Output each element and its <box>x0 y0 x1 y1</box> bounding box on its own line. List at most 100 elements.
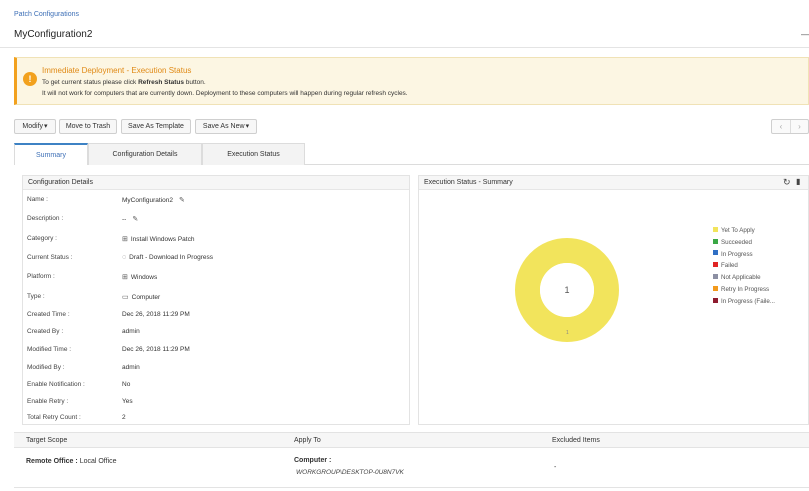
modify-label: Modify <box>22 123 44 130</box>
legend-label: Not Applicable <box>721 274 761 282</box>
legend-swatch <box>713 250 718 256</box>
save-as-template-button[interactable]: Save As Template <box>121 119 191 134</box>
legend-label: Yet To Apply <box>721 227 755 234</box>
header-divider <box>0 47 809 48</box>
target-scope-header: Target Scope Apply To Excluded Items <box>14 432 809 448</box>
banner-line-2: It will not work for computers that are … <box>42 90 408 97</box>
legend-item[interactable]: Failed <box>713 262 738 269</box>
enable-retry-value: Yes <box>122 398 133 405</box>
prev-icon[interactable]: ‹ <box>772 120 790 133</box>
configuration-details-panel: Configuration Details Name : MyConfigura… <box>22 175 410 425</box>
save-as-new-label: Save As New <box>202 123 245 130</box>
name-text: MyConfiguration2 <box>122 197 173 204</box>
install-patch-icon: ⊞ <box>122 236 128 243</box>
legend-label: In Progress <box>721 250 753 258</box>
breadcrumb[interactable]: Patch Configurations <box>14 11 79 18</box>
progress-spinner-icon: ◌ <box>122 254 127 261</box>
description-text: -- <box>122 216 127 223</box>
modify-button[interactable]: Modify <box>14 119 56 134</box>
banner-line-1: To get current status please click Refre… <box>42 79 206 86</box>
enable-notification-value: No <box>122 381 131 388</box>
type-text: Computer <box>131 294 161 301</box>
enable-notification-label: Enable Notification : <box>27 381 85 388</box>
banner-title: Immediate Deployment - Execution Status <box>42 66 192 75</box>
type-value: ▭ Computer <box>122 293 160 301</box>
execution-status-heading: Execution Status - Summary <box>419 176 808 190</box>
legend-swatch <box>713 238 718 244</box>
modified-by-label: Modified By : <box>27 364 65 371</box>
banner-line-1-pre: To get current status please click <box>42 79 139 86</box>
refresh-icon[interactable]: ↻ <box>783 177 791 188</box>
created-by-label: Created By : <box>27 328 64 335</box>
pager: ‹ › <box>771 119 809 134</box>
description-label: Description : <box>27 215 64 222</box>
windows-icon: ⊞ <box>122 274 128 281</box>
name-label: Name : <box>27 196 48 203</box>
target-scope-cell: Remote Office : Local Office <box>26 458 117 465</box>
remote-office-label: Remote Office : <box>26 458 78 465</box>
legend-label: Retry In Progress <box>721 286 770 293</box>
banner-refresh-status-text: Refresh Status <box>138 79 184 86</box>
created-by-value: admin <box>122 328 140 335</box>
edit-name-icon[interactable]: ✎ <box>179 196 185 204</box>
banner-line-1-post: button. <box>183 79 206 86</box>
created-time-label: Created Time : <box>27 311 70 318</box>
platform-text: Windows <box>130 274 158 281</box>
platform-value: ⊞ Windows <box>122 273 157 281</box>
next-icon[interactable]: › <box>790 120 808 133</box>
enable-retry-label: Enable Retry : <box>27 398 69 405</box>
tab-execution-status[interactable]: Execution Status <box>202 143 305 165</box>
legend-label: In Progress (Faile... <box>721 297 775 305</box>
configuration-details-heading: Configuration Details <box>23 176 409 190</box>
deployment-status-banner: ! Immediate Deployment - Execution Statu… <box>14 57 809 105</box>
save-as-new-button[interactable]: Save As New <box>195 119 257 134</box>
modified-by-value: admin <box>122 364 140 371</box>
legend-item[interactable]: In Progress (Faile... <box>713 297 775 305</box>
legend-swatch <box>713 297 718 303</box>
current-status-value: ◌ Draft - Download In Progress <box>122 254 213 261</box>
chart-type-icon[interactable]: ▮ <box>796 177 800 186</box>
apply-to-cell: Computer : <box>294 457 331 464</box>
collapse-icon[interactable]: — <box>801 29 809 39</box>
current-status-text: Draft - Download In Progress <box>129 254 213 261</box>
apply-to-heading: Apply To <box>294 437 321 444</box>
remote-office-value: Local Office <box>79 458 117 465</box>
legend-item[interactable]: Yet To Apply <box>713 226 755 234</box>
legend-item[interactable]: Not Applicable <box>713 274 761 281</box>
computer-icon: ▭ <box>122 294 129 301</box>
category-text: Install Windows Patch <box>130 236 195 243</box>
legend-swatch <box>713 285 718 291</box>
tab-summary[interactable]: Summary <box>14 143 88 165</box>
type-label: Type : <box>27 293 45 300</box>
computer-label: Computer : <box>294 457 332 464</box>
computer-value: WORKGROUP\DESKTOP-0U8N7VK <box>296 469 404 476</box>
tab-configuration-details[interactable]: Configuration Details <box>88 143 202 165</box>
modified-time-value: Dec 26, 2018 11:29 PM <box>122 346 190 353</box>
target-scope-row: Remote Office : Local Office Computer : … <box>14 448 809 488</box>
donut-center-label: 1 <box>564 285 569 295</box>
legend-item[interactable]: In Progress <box>713 250 753 258</box>
legend-item[interactable]: Succeeded <box>713 238 752 246</box>
created-time-value: Dec 26, 2018 11:29 PM <box>122 311 190 318</box>
total-retry-count-label: Total Retry Count : <box>27 414 81 421</box>
target-scope-heading: Target Scope <box>26 437 68 444</box>
description-value: -- ✎ <box>122 215 141 223</box>
legend-swatch <box>713 262 718 268</box>
excluded-items-value: - <box>554 464 557 471</box>
total-retry-count-value: 2 <box>122 414 126 421</box>
edit-description-icon[interactable]: ✎ <box>132 215 138 223</box>
legend-label: Failed <box>721 262 738 270</box>
category-label: Category : <box>27 235 57 242</box>
page-title: MyConfiguration2 <box>14 29 93 40</box>
current-status-label: Current Status : <box>27 254 73 261</box>
platform-label: Platform : <box>27 273 55 280</box>
category-value: ⊞ Install Windows Patch <box>122 235 194 243</box>
legend-swatch <box>713 274 718 280</box>
donut-below-label: 1 <box>566 330 569 336</box>
legend-label: Succeeded <box>721 238 752 246</box>
move-to-trash-button[interactable]: Move to Trash <box>59 119 117 134</box>
execution-status-donut-chart: 1 <box>515 238 619 342</box>
name-value: MyConfiguration2 ✎ <box>122 196 188 204</box>
warning-icon: ! <box>23 72 37 86</box>
legend-item[interactable]: Retry In Progress <box>713 285 770 293</box>
